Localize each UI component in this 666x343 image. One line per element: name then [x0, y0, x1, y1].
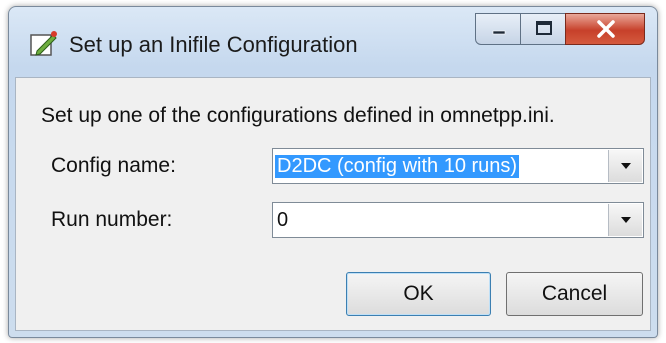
config-dropdown-button[interactable]	[608, 150, 642, 182]
minimize-button[interactable]	[475, 13, 521, 45]
edit-config-icon	[29, 29, 59, 59]
cancel-button[interactable]: Cancel	[506, 272, 643, 316]
dialog-window: Set up an Inifile Configuration Set up o…	[8, 6, 658, 338]
chevron-down-icon	[621, 163, 631, 169]
run-number-label: Run number:	[51, 208, 173, 231]
dialog-description: Set up one of the configurations defined…	[41, 104, 555, 127]
close-icon	[597, 20, 615, 38]
chevron-down-icon	[621, 217, 631, 223]
config-name-value: D2DC (config with 10 runs)	[275, 155, 520, 178]
ok-button[interactable]: OK	[346, 272, 491, 316]
run-number-combo[interactable]: 0	[272, 202, 644, 238]
title-bar[interactable]: Set up an Inifile Configuration	[9, 7, 657, 77]
maximize-icon	[536, 21, 552, 35]
dialog-body: Set up one of the configurations defined…	[15, 77, 651, 331]
close-button[interactable]	[565, 13, 645, 45]
run-dropdown-button[interactable]	[608, 204, 642, 236]
minimize-icon	[492, 30, 506, 35]
config-name-label: Config name:	[51, 154, 176, 177]
config-name-combo[interactable]: D2DC (config with 10 runs)	[272, 148, 644, 184]
run-number-value: 0	[277, 209, 289, 231]
window-title: Set up an Inifile Configuration	[69, 32, 358, 57]
maximize-button[interactable]	[520, 13, 566, 45]
